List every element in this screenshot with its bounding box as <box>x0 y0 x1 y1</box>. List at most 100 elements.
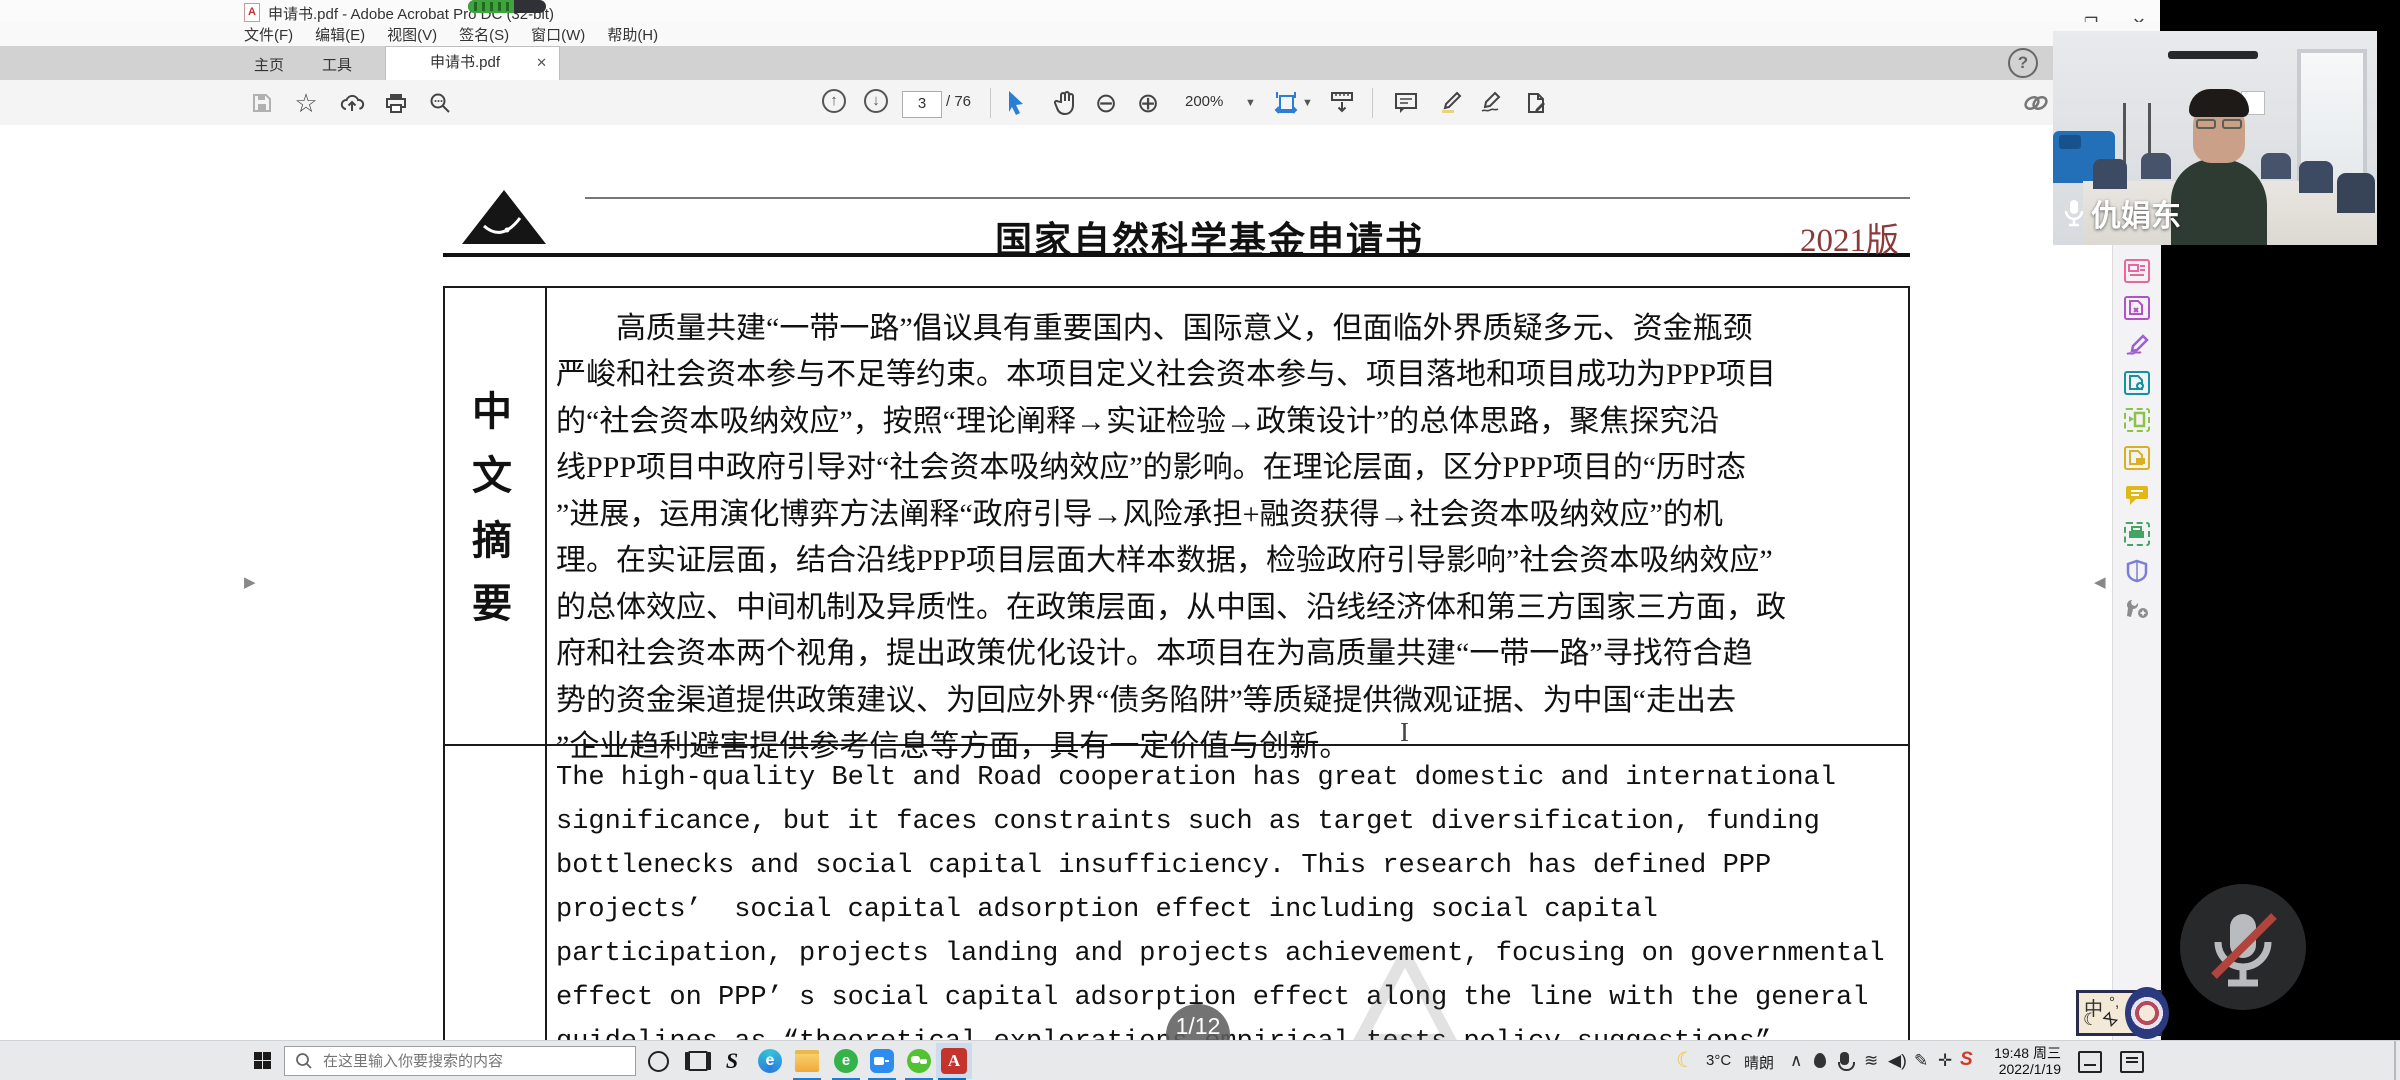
tab-close-icon[interactable]: ✕ <box>536 47 547 79</box>
weather-temp[interactable]: 3°C <box>1706 1052 1731 1069</box>
select-tool-icon[interactable] <box>1003 89 1031 117</box>
app-icon-green-browser[interactable]: e <box>832 1047 860 1075</box>
abstract-label-char: 中 <box>472 379 512 437</box>
volume-icon[interactable]: ◀) <box>1888 1051 1907 1071</box>
zoom-out-icon[interactable]: ⊖ <box>1092 89 1120 117</box>
search-icon[interactable] <box>426 89 454 117</box>
left-pane-toggle-icon[interactable]: ▶ <box>244 573 256 591</box>
fill-sign-icon[interactable] <box>2124 333 2150 357</box>
fit-width-icon[interactable] <box>1272 89 1300 117</box>
chair <box>2337 173 2375 213</box>
clock[interactable]: 19:48 周三 2022/1/19 <box>1985 1045 2061 1077</box>
cn-abstract-line: ”企业趋利避害提供参考信息等方面，具有一定价值与创新。 <box>556 721 1901 765</box>
table-right-border <box>1908 286 1910 1040</box>
hand-tool-icon[interactable] <box>1052 89 1080 117</box>
search-input[interactable] <box>321 1052 615 1071</box>
ime-panel[interactable]: 中 °, ☾ ⋈ <box>2076 990 2162 1036</box>
tray-chevron-icon[interactable]: ∧ <box>1790 1051 1802 1071</box>
sign-tool-icon[interactable] <box>1478 89 1506 117</box>
chair <box>2141 153 2171 179</box>
combine-files-icon[interactable] <box>2124 446 2150 470</box>
menu-help[interactable]: 帮助(H) <box>607 24 658 45</box>
print-icon[interactable] <box>382 89 410 117</box>
webcam-video[interactable]: 仇娟东 <box>2053 31 2377 245</box>
edit-page-tool-icon[interactable] <box>1522 89 1550 117</box>
link-icon[interactable] <box>2022 89 2050 117</box>
page-number-input[interactable]: 3 <box>902 91 942 118</box>
page-total-label: / 76 <box>946 93 971 110</box>
ruler-scroll-icon[interactable] <box>1328 89 1356 117</box>
cn-abstract-line: 的“社会资本吸纳效应”，按照“理论阐释→实证检验→政策设计”的总体思路，聚焦探究… <box>556 396 1901 440</box>
weather-icon[interactable]: ☾ <box>1676 1048 1695 1073</box>
right-pane-toggle-icon[interactable]: ◀ <box>2094 573 2106 591</box>
previous-page-icon[interactable]: ↑ <box>822 89 846 113</box>
taskbar-search[interactable] <box>284 1046 636 1076</box>
tab-document-label: 申请书.pdf <box>430 47 500 79</box>
star-icon[interactable]: ☆ <box>292 89 320 117</box>
save-icon[interactable] <box>248 89 276 117</box>
tools-pane <box>2112 125 2161 1040</box>
network-icon[interactable]: ≋ <box>1864 1051 1878 1071</box>
ime-skin-flower <box>2125 987 2169 1039</box>
zoom-dropdown-caret[interactable]: ▼ <box>1245 97 1256 109</box>
tab-tools[interactable]: 工具 <box>312 52 362 80</box>
edit-pdf-icon[interactable] <box>2124 408 2150 432</box>
cortana-icon[interactable] <box>644 1047 672 1075</box>
wechat-icon[interactable] <box>905 1047 933 1075</box>
sogou-icon[interactable]: S <box>1960 1049 1973 1071</box>
comment-icon[interactable] <box>2124 483 2150 507</box>
notification-icon[interactable] <box>2120 1051 2144 1073</box>
mic-icon <box>2063 199 2085 227</box>
en-abstract-line: participation, projects landing and proj… <box>556 939 1901 969</box>
share-upload-icon[interactable] <box>338 89 366 117</box>
organize-pages-icon[interactable] <box>2124 259 2150 283</box>
more-tools-icon[interactable] <box>2124 596 2150 620</box>
pdf-page: 国家自然科学基金申请书 2021版 中 文 摘 要 高质量共建“一带一路”倡议具… <box>0 125 2112 1040</box>
menu-view[interactable]: 视图(V) <box>387 24 437 45</box>
fit-dropdown-caret[interactable]: ▼ <box>1302 97 1313 109</box>
clock-weekday: 周三 <box>2033 1045 2061 1061</box>
pen-icon[interactable]: ✎ <box>1914 1051 1928 1071</box>
ime-keyboard-icon[interactable] <box>2078 1051 2102 1073</box>
zoom-in-icon[interactable]: ⊕ <box>1134 89 1162 117</box>
text-cursor: I <box>1400 717 1409 748</box>
tab-home[interactable]: 主页 <box>244 52 294 80</box>
show-desktop-button[interactable] <box>2394 1041 2396 1080</box>
meter-bar <box>474 2 477 11</box>
clock-date: 2022/1/19 <box>1985 1061 2061 1077</box>
tab-document[interactable]: 申请书.pdf ✕ <box>385 46 560 80</box>
zoom-level-dropdown[interactable]: 200% <box>1185 93 1223 110</box>
start-button[interactable] <box>254 1052 271 1069</box>
next-page-icon[interactable]: ↓ <box>864 89 888 113</box>
menu-file[interactable]: 文件(F) <box>244 24 293 45</box>
acrobat-icon[interactable]: A <box>940 1047 968 1075</box>
help-icon[interactable]: ? <box>2008 48 2038 78</box>
abstract-label-char: 摘 <box>472 508 512 566</box>
glasses <box>2222 119 2242 129</box>
protect-icon[interactable] <box>2124 559 2150 583</box>
app-icon-stocks[interactable]: S <box>718 1047 746 1075</box>
comment-tool-icon[interactable] <box>1392 89 1420 117</box>
netease-drop-icon[interactable] <box>1814 1053 1826 1068</box>
clock-time: 19:48 <box>1994 1045 2029 1061</box>
export-pdf-icon[interactable] <box>2124 296 2150 320</box>
highlight-tool-icon[interactable] <box>1436 89 1464 117</box>
create-pdf-icon[interactable] <box>2124 371 2150 395</box>
cn-abstract-line: 严峻和社会资本参与不足等约束。本项目定义社会资本参与、项目落地和项目成功为PPP… <box>556 349 1901 393</box>
mute-button[interactable] <box>2180 884 2306 1010</box>
menu-edit[interactable]: 编辑(E) <box>315 24 365 45</box>
mic-level-meter <box>468 0 546 13</box>
tray-app-icon[interactable]: ✛ <box>1938 1051 1952 1071</box>
meeting-app-icon[interactable] <box>868 1047 896 1075</box>
menu-window[interactable]: 窗口(W) <box>531 24 585 45</box>
table-column-divider <box>545 286 547 1040</box>
menu-sign[interactable]: 签名(S) <box>459 24 509 45</box>
weather-condition[interactable]: 晴朗 <box>1744 1052 1774 1073</box>
scan-ocr-icon[interactable] <box>2124 522 2150 546</box>
abstract-label-char: 要 <box>472 571 512 629</box>
en-abstract-line: significance, but it faces constraints s… <box>556 807 1901 837</box>
task-view-icon[interactable] <box>684 1047 712 1075</box>
ime-moon-icon[interactable]: ☾ <box>2083 1010 2098 1030</box>
edge-icon[interactable]: e <box>756 1047 784 1075</box>
file-explorer-icon[interactable] <box>793 1047 821 1075</box>
